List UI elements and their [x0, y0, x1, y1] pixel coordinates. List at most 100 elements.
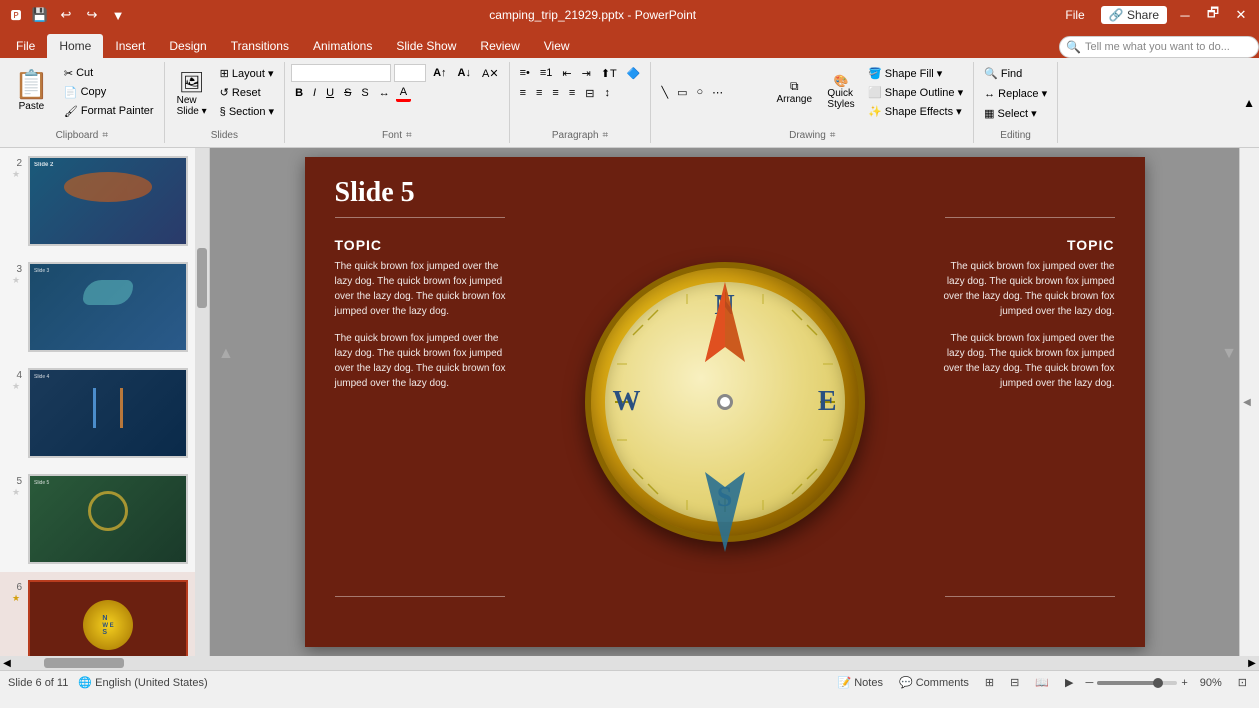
- tab-view[interactable]: View: [532, 34, 582, 58]
- slide-thumb-3[interactable]: 3 ★ Slide 3: [0, 254, 209, 360]
- text-direction-button[interactable]: ⬆T: [597, 64, 621, 82]
- right-panel-collapse[interactable]: ◀: [1240, 148, 1254, 656]
- tell-me-box[interactable]: 🔍 Tell me what you want to do...: [1059, 36, 1259, 58]
- slide-thumb-4[interactable]: 4 ★ Slide 4: [0, 360, 209, 466]
- slide-panel-scrollbar[interactable]: [195, 148, 209, 656]
- quick-styles-button[interactable]: 🎨 QuickStyles: [821, 72, 861, 112]
- decrease-indent-button[interactable]: ⇤: [558, 64, 575, 82]
- justify-button[interactable]: ≡: [565, 84, 579, 102]
- para-expand[interactable]: ⌗: [603, 130, 609, 141]
- undo-quickaccess[interactable]: ↩: [56, 5, 76, 25]
- align-center-button[interactable]: ≡: [532, 84, 546, 102]
- slide-sorter-button[interactable]: ⊟: [1006, 674, 1023, 691]
- tab-animations[interactable]: Animations: [301, 34, 384, 58]
- paste-button[interactable]: 📋 Paste: [6, 64, 57, 116]
- cols-button[interactable]: ⊟: [581, 84, 598, 102]
- reading-view-button[interactable]: 📖: [1031, 674, 1053, 691]
- shape-effects-button[interactable]: ✨ Shape Effects ▾: [864, 102, 967, 120]
- section-button[interactable]: § Section ▾: [216, 102, 278, 120]
- slide-thumb-2[interactable]: 2 ★ Slide 2: [0, 148, 209, 254]
- paragraph-label: Paragraph ⌗: [552, 128, 608, 141]
- slide-show-button[interactable]: ▶: [1061, 674, 1077, 691]
- new-slide-button[interactable]: 🖼 NewSlide ▾: [171, 64, 213, 122]
- slide-thumb-6[interactable]: 6 ★ NW ES: [0, 572, 209, 656]
- next-slide-button[interactable]: ▼: [1221, 345, 1237, 363]
- arrange-button[interactable]: ⧉ Arrange: [770, 72, 818, 112]
- shadow-button[interactable]: S: [357, 84, 372, 102]
- reset-button[interactable]: ↺ Reset: [216, 83, 278, 101]
- zoom-out-button[interactable]: ─: [1086, 677, 1094, 689]
- italic-button[interactable]: I: [309, 84, 320, 102]
- ribbon: 📋 Paste ✂ Cut 📄 Copy 🖌 Format Painter Cl…: [0, 58, 1259, 148]
- share-button[interactable]: 🔗 Share: [1101, 6, 1167, 24]
- font-family-selector[interactable]: [291, 64, 391, 82]
- minimize-button[interactable]: ─: [1175, 5, 1195, 25]
- find-button[interactable]: 🔍 Find: [980, 64, 1026, 82]
- app-icon: 🅿: [8, 7, 24, 23]
- increase-indent-button[interactable]: ⇥: [578, 64, 595, 82]
- clear-format-button[interactable]: A✕: [478, 64, 503, 82]
- fit-slide-button[interactable]: ⊡: [1234, 674, 1251, 691]
- numbering-button[interactable]: ≡1: [536, 64, 557, 82]
- layout-button[interactable]: ⊞ Layout ▾: [216, 64, 278, 82]
- slide-thumb-5[interactable]: 5 ★ Slide 5: [0, 466, 209, 572]
- tab-review[interactable]: Review: [468, 34, 531, 58]
- copy-button[interactable]: 📄 Copy: [60, 83, 158, 101]
- zoom-track[interactable]: [1097, 681, 1177, 685]
- ribbon-collapse[interactable]: ▲: [1239, 62, 1259, 143]
- bold-button[interactable]: B: [291, 84, 307, 102]
- font-size-selector[interactable]: [394, 64, 426, 82]
- replace-button[interactable]: ↔ Replace ▾: [980, 84, 1051, 102]
- slide-preview-5: Slide 5: [28, 474, 188, 564]
- hscroll-thumb[interactable]: [44, 658, 124, 668]
- sign-in-button[interactable]: File: [1057, 6, 1092, 24]
- shape-rect[interactable]: ▭: [673, 83, 691, 101]
- customize-quickaccess[interactable]: ▼: [108, 5, 128, 25]
- tab-design[interactable]: Design: [157, 34, 218, 58]
- font-expand[interactable]: ⌗: [406, 130, 412, 141]
- underline-button[interactable]: U: [322, 84, 338, 102]
- normal-view-button[interactable]: ⊞: [981, 674, 998, 691]
- prev-slide-button[interactable]: ▲: [218, 345, 234, 363]
- shape-more[interactable]: ⋯: [708, 83, 727, 101]
- strikethrough-button[interactable]: S: [340, 84, 355, 102]
- shape-line[interactable]: ╲: [657, 83, 672, 101]
- tab-insert[interactable]: Insert: [103, 34, 157, 58]
- hscroll-right[interactable]: ▶: [1245, 656, 1259, 670]
- tab-home[interactable]: Home: [47, 34, 103, 58]
- status-bar: Slide 6 of 11 🌐 English (United States) …: [0, 670, 1259, 694]
- tab-slideshow[interactable]: Slide Show: [384, 34, 468, 58]
- slide-divider-top-left: [335, 217, 505, 218]
- save-quickaccess[interactable]: 💾: [30, 5, 50, 25]
- convert-to-smartart-button[interactable]: 🔷: [623, 64, 645, 82]
- notes-button[interactable]: 📝 Notes: [833, 674, 887, 691]
- zoom-in-button[interactable]: +: [1181, 677, 1187, 689]
- increase-font-button[interactable]: A↑: [429, 64, 450, 82]
- shape-fill-button[interactable]: 🪣 Shape Fill ▾: [864, 64, 967, 82]
- align-right-button[interactable]: ≡: [548, 84, 562, 102]
- char-spacing-button[interactable]: ↔: [375, 84, 394, 102]
- zoom-slider[interactable]: ─ +: [1086, 677, 1188, 689]
- clipboard-expand[interactable]: ⌗: [102, 130, 108, 141]
- comments-button[interactable]: 💬 Comments: [895, 674, 973, 691]
- shape-ellipse[interactable]: ○: [693, 83, 708, 101]
- font-color-button[interactable]: A: [396, 84, 411, 102]
- decrease-font-button[interactable]: A↓: [454, 64, 475, 82]
- redo-quickaccess[interactable]: ↪: [82, 5, 102, 25]
- drawing-expand[interactable]: ⌗: [830, 130, 836, 141]
- horizontal-scrollbar[interactable]: ◀ ▶: [0, 656, 1259, 670]
- zoom-thumb[interactable]: [1153, 678, 1163, 688]
- tab-file[interactable]: File: [4, 34, 47, 58]
- format-painter-button[interactable]: 🖌 Format Painter: [60, 102, 158, 120]
- tab-transitions[interactable]: Transitions: [219, 34, 301, 58]
- close-button[interactable]: ✕: [1231, 5, 1251, 25]
- select-button[interactable]: ▦ Select ▾: [980, 104, 1041, 122]
- align-left-button[interactable]: ≡: [516, 84, 530, 102]
- restore-button[interactable]: 🗗: [1203, 5, 1223, 25]
- zoom-level[interactable]: 90%: [1196, 675, 1226, 691]
- cut-button[interactable]: ✂ Cut: [60, 64, 158, 82]
- bullets-button[interactable]: ≡•: [516, 64, 534, 82]
- shape-outline-button[interactable]: ⬜ Shape Outline ▾: [864, 83, 967, 101]
- hscroll-left[interactable]: ◀: [0, 656, 14, 670]
- line-spacing-button[interactable]: ↕: [600, 84, 614, 102]
